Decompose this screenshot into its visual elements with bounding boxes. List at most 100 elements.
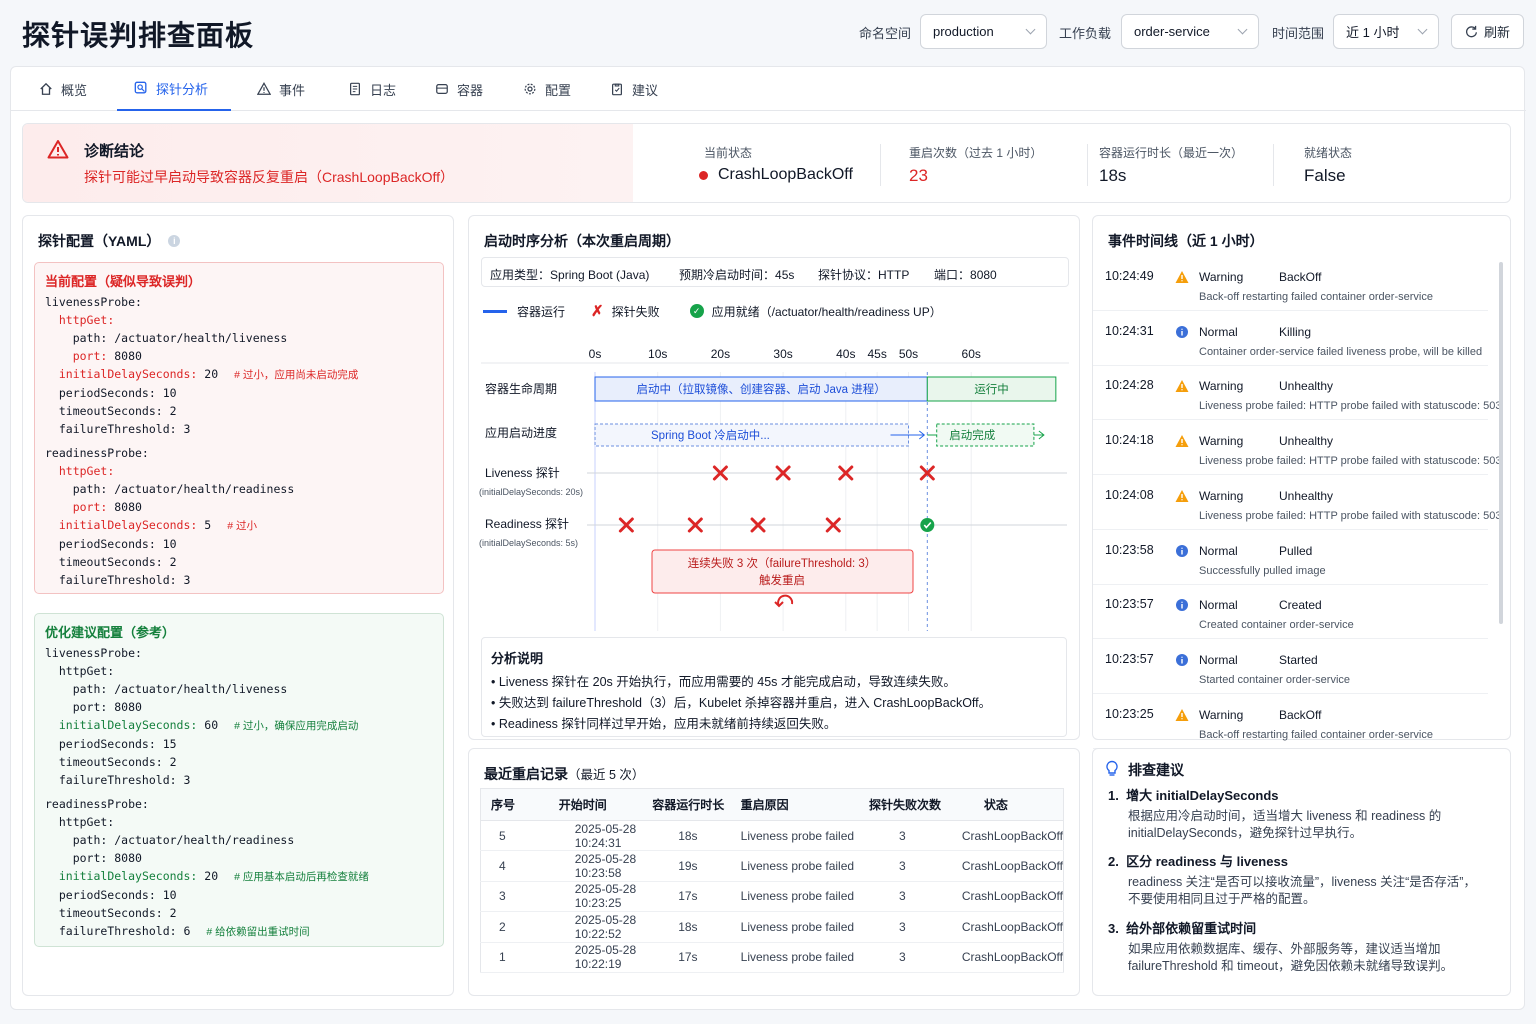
yaml-text: failureThreshold: 3 [45, 773, 191, 787]
event-message: Started container order-service [1199, 673, 1351, 686]
axis-tick-label: 30s [773, 347, 792, 361]
probe-search-icon [134, 81, 147, 94]
restart-title-text: 最近重启记录 [484, 766, 568, 782]
gear-icon [524, 83, 536, 95]
legend-label: 应用就绪（/actuator/health/readiness UP） [711, 304, 942, 319]
tab-logs[interactable]: 日志 [348, 67, 396, 111]
bar-done-label: 启动完成 [949, 428, 995, 442]
stat-label: 重启次数（过去 1 小时） [909, 146, 1043, 160]
event-message: Successfully pulled image [1199, 564, 1326, 577]
yaml-line: periodSeconds: 10 [45, 886, 369, 904]
table-row[interactable]: 3 2025-05-28 10:23:25 17s Liveness probe fa… [480, 881, 1064, 913]
table-cell: 4 [480, 850, 527, 882]
event-message: Back-off restarting failed container ord… [1199, 291, 1433, 303]
tab-suggestions[interactable]: 建议 [610, 67, 658, 111]
alert-triangle-icon [47, 140, 69, 159]
table-cell: 2025-05-28 10:22:19 [526, 942, 653, 973]
yaml-text: port: 8080 [72, 349, 142, 363]
yaml-line: port: 8080 [45, 698, 369, 716]
yaml-text: failureThreshold: 3 [45, 573, 191, 587]
suggestion-text: 不要使用相同且过于严格的配置。 [1128, 892, 1316, 906]
suggestion-num: 2. [1108, 854, 1119, 869]
table-row[interactable]: 2 2025-05-28 10:22:52 18s Liveness probe fa… [480, 911, 1064, 943]
yaml-text: initialDelaySeconds: 5 [58, 518, 212, 532]
col-header: 状态 [943, 788, 1064, 821]
timerange-select[interactable]: 近 1 小时 [1333, 14, 1439, 49]
yaml-comment: # 过小，应用尚未启动完成 [234, 369, 359, 381]
event-message: Liveness probe failed: HTTP probe failed… [1199, 455, 1502, 468]
yaml-text: timeoutSeconds: 2 [45, 555, 177, 569]
stat-value: CrashLoopBackOff [718, 166, 853, 183]
yaml-text: httpGet: [45, 815, 115, 829]
suggestion-title: 区分 readiness 与 liveness [1126, 854, 1288, 869]
current-config-box: 当前配置（疑似导致误判） livenessProbe: httpGet: pat… [34, 262, 444, 594]
tab-events[interactable]: 事件 [257, 67, 305, 111]
yaml-text: initialDelaySeconds: 20 [58, 367, 219, 381]
analysis-text: 失败达到 failureThreshold（3）后，Kubelet 杀掉容器并重… [498, 696, 992, 710]
yaml-text: livenessProbe: [45, 295, 142, 309]
events-scrollbar[interactable] [1499, 262, 1503, 624]
event-row[interactable]: 10:23:25 Warning BackOff Back-off restartin… [1093, 694, 1488, 749]
warning-icon [1175, 271, 1189, 283]
info-icon[interactable]: i [168, 235, 181, 247]
table-cell: CrashLoopBackOff [943, 850, 1064, 882]
tab-label: 容器 [457, 82, 484, 98]
tab-overview[interactable]: 概览 [39, 67, 87, 111]
table-cell: 18s [652, 820, 741, 852]
table-cell: 5 [480, 820, 527, 852]
event-row[interactable]: 10:24:18 Warning Unhealthy Liveness probe f… [1093, 420, 1501, 476]
table-header-row: 序号 开始时间 容器运行时长 重启原因 探针失败次数 状态 [480, 788, 1064, 821]
event-row[interactable]: 10:24:49 Warning BackOff Back-off restartin… [1093, 256, 1488, 311]
event-row[interactable]: 10:24:31 Normal Killing Container order-ser… [1093, 311, 1488, 366]
current-config-yaml: livenessProbe: httpGet: path: /actuator/… [45, 293, 358, 589]
tab-config[interactable]: 配置 [523, 67, 571, 111]
namespace-select[interactable]: production [920, 14, 1047, 49]
probe-config-title: 探针配置（YAML） i [38, 231, 181, 251]
yaml-text: failureThreshold: 3 [45, 422, 191, 436]
yaml-line: path: /actuator/health/liveness [45, 329, 358, 347]
legend-label: 容器运行 [517, 304, 566, 319]
tab-containers[interactable]: 容器 [435, 67, 483, 111]
yaml-line: readinessProbe: [45, 795, 369, 813]
event-row[interactable]: 10:23:57 Normal Created Created container o… [1093, 584, 1488, 640]
table-cell: 2 [480, 911, 527, 943]
table-cell: 3 [868, 911, 944, 943]
page-title: 探针误判排查面板 [22, 20, 255, 51]
tab-probe-analysis[interactable]: 探针分析 [117, 67, 231, 111]
clipboard-icon [612, 83, 622, 96]
yaml-text: path: /actuator/health/readiness [45, 482, 295, 496]
yaml-line: failureThreshold: 6 # 给依赖留出重试时间 [45, 922, 369, 941]
event-time: 10:24:49 [1105, 269, 1154, 283]
table-row[interactable]: 1 2025-05-28 10:22:19 17s Liveness probe fa… [480, 942, 1064, 973]
yaml-text: periodSeconds: 10 [45, 537, 177, 551]
events-card: 事件时间线（近 1 小时） 10:24:49 Warning BackOff Back… [1092, 215, 1511, 749]
info-value: 45s [775, 268, 795, 282]
event-row[interactable]: 10:23:58 Normal Pulled Successfully pulled … [1093, 530, 1488, 585]
workload-select[interactable]: order-service [1121, 14, 1259, 49]
tab-label: 日志 [370, 82, 397, 98]
suggestion-item: 2. 区分 readiness 与 liveness readiness 关注“… [1108, 853, 1476, 908]
info-icon [1176, 653, 1188, 666]
namespace-value: production [933, 24, 994, 39]
event-reason: Unhealthy [1279, 434, 1334, 449]
event-row[interactable]: 10:24:28 Warning Unhealthy Liveness probe f… [1093, 365, 1501, 421]
info-value: 8080 [970, 268, 997, 282]
suggestion-title: 给外部依赖留重试时间 [1126, 921, 1257, 936]
event-type: Warning [1199, 270, 1244, 284]
table-cell: 3 [868, 881, 944, 913]
event-row[interactable]: 10:23:57 Normal Started Started container o… [1093, 639, 1488, 694]
yaml-text: timeoutSeconds: 2 [45, 755, 177, 769]
event-row[interactable]: 10:24:08 Warning Unhealthy Liveness probe f… [1093, 475, 1501, 530]
suggestion-num: 1. [1108, 788, 1119, 803]
yaml-line: periodSeconds: 10 [45, 384, 358, 402]
axis-tick-label: 60s [962, 347, 981, 361]
refresh-button[interactable]: 刷新 [1451, 14, 1524, 49]
suggestion-title: 增大 initialDelaySeconds [1126, 788, 1279, 803]
bar-running-label: 运行中 [974, 383, 1009, 396]
event-type: Warning [1199, 488, 1244, 503]
yaml-text: initialDelaySeconds: 20 [58, 869, 219, 883]
yaml-text: timeoutSeconds: 2 [45, 404, 177, 418]
table-row[interactable]: 4 2025-05-28 10:23:58 19s Liveness probe fa… [480, 850, 1064, 882]
yaml-line: httpGet: [45, 462, 358, 480]
table-row[interactable]: 5 2025-05-28 10:24:31 18s Liveness probe fa… [480, 820, 1064, 852]
